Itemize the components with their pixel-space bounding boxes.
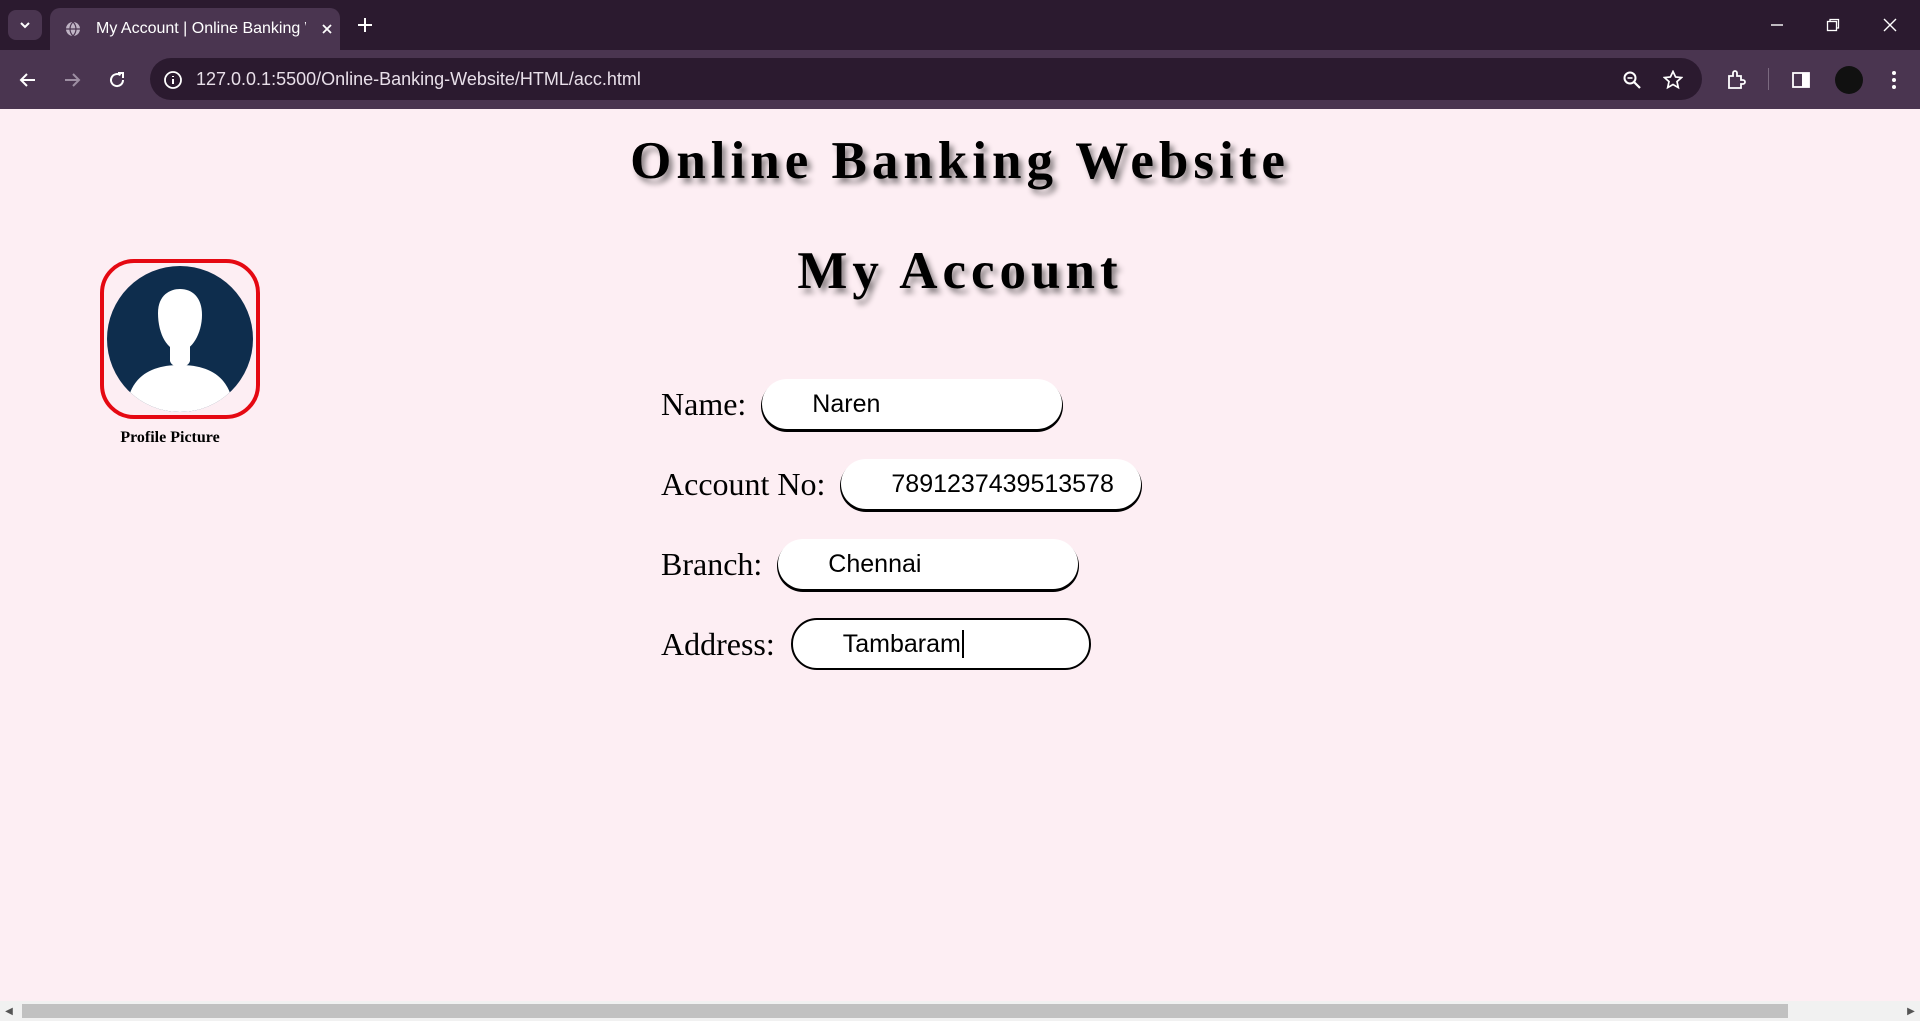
minimize-window-button[interactable] bbox=[1764, 12, 1790, 38]
arrow-left-icon bbox=[19, 73, 35, 87]
side-panel-icon[interactable] bbox=[1787, 66, 1815, 94]
profile-avatar[interactable] bbox=[1835, 66, 1863, 94]
toolbar-divider bbox=[1768, 68, 1769, 90]
scroll-left-icon[interactable]: ◀ bbox=[4, 1005, 14, 1017]
forward-button[interactable] bbox=[58, 66, 86, 94]
browser-toolbar: 127.0.0.1:5500/Online-Banking-Website/HT… bbox=[0, 50, 1920, 109]
page-content: Online Banking Website My Account Profil… bbox=[0, 109, 1920, 1001]
new-tab-button[interactable] bbox=[352, 12, 378, 38]
branch-value: Chennai bbox=[828, 549, 922, 578]
profile-picture-caption: Profile Picture bbox=[120, 429, 220, 446]
branch-input[interactable]: Chennai bbox=[778, 539, 1079, 589]
text-caret bbox=[961, 630, 964, 658]
browser-tab-active[interactable]: My Account | Online Banking W bbox=[50, 8, 340, 50]
extensions-icon[interactable] bbox=[1722, 66, 1750, 94]
address-field-row: Address: Tambaram bbox=[661, 618, 1091, 670]
minimize-icon bbox=[1771, 24, 1783, 26]
back-button[interactable] bbox=[14, 66, 42, 94]
user-avatar-icon bbox=[107, 266, 253, 412]
branch-label: Branch: bbox=[661, 545, 763, 582]
chevron-down-icon bbox=[20, 22, 30, 29]
globe-icon bbox=[64, 20, 82, 38]
name-field-row: Name: Naren bbox=[661, 378, 1063, 430]
account-number-label: Account No: bbox=[661, 465, 826, 502]
reload-button[interactable] bbox=[103, 66, 131, 94]
url-text: 127.0.0.1:5500/Online-Banking-Website/HT… bbox=[196, 69, 641, 89]
site-title: Online Banking Website bbox=[630, 132, 1290, 190]
address-input[interactable]: Tambaram bbox=[790, 618, 1091, 670]
page-title: My Account bbox=[797, 242, 1123, 300]
plus-icon bbox=[358, 18, 372, 32]
bookmark-star-icon[interactable] bbox=[1661, 68, 1685, 92]
arrow-right-icon bbox=[65, 73, 81, 87]
scrollbar-thumb[interactable] bbox=[22, 1004, 1788, 1018]
address-bar[interactable]: 127.0.0.1:5500/Online-Banking-Website/HT… bbox=[150, 58, 1702, 100]
horizontal-scrollbar[interactable]: ◀ ▶ bbox=[0, 1001, 1920, 1021]
profile-picture[interactable] bbox=[100, 259, 260, 419]
restore-icon bbox=[1826, 18, 1840, 32]
zoom-icon[interactable] bbox=[1620, 68, 1644, 92]
scroll-right-icon[interactable]: ▶ bbox=[1906, 1005, 1916, 1017]
close-window-button[interactable] bbox=[1877, 12, 1903, 38]
name-value: Naren bbox=[812, 389, 881, 418]
branch-field-row: Branch: Chennai bbox=[661, 538, 1079, 590]
address-label: Address: bbox=[661, 625, 775, 662]
account-number-input[interactable]: 7891237439513578 bbox=[841, 459, 1142, 509]
name-input[interactable]: Naren bbox=[762, 379, 1063, 429]
close-icon bbox=[1883, 18, 1897, 32]
browser-tab-bar: My Account | Online Banking W bbox=[0, 0, 1920, 50]
site-info-icon[interactable] bbox=[162, 69, 184, 91]
tab-search-button[interactable] bbox=[8, 10, 42, 40]
reload-icon bbox=[110, 72, 125, 88]
restore-window-button[interactable] bbox=[1820, 12, 1846, 38]
name-label: Name: bbox=[661, 385, 747, 422]
account-number-field-row: Account No: 7891237439513578 bbox=[661, 458, 1142, 510]
tab-title: My Account | Online Banking W bbox=[96, 20, 306, 37]
account-number-value: 7891237439513578 bbox=[891, 469, 1114, 498]
menu-kebab-icon[interactable] bbox=[1880, 66, 1908, 94]
close-tab-icon[interactable] bbox=[318, 20, 336, 38]
address-value: Tambaram bbox=[842, 629, 961, 658]
